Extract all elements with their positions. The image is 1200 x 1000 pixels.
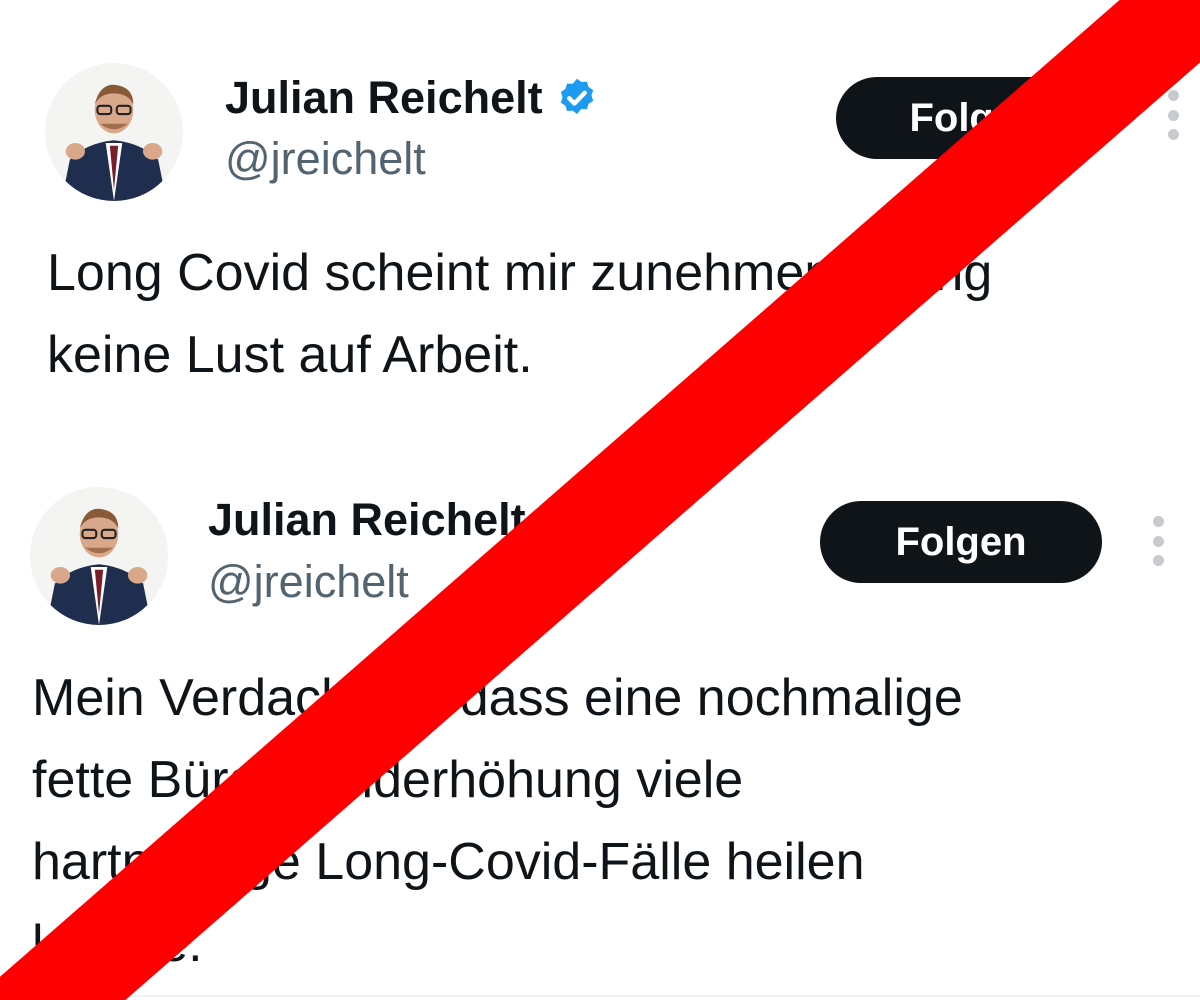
avatar[interactable] <box>45 63 183 201</box>
follow-button[interactable]: Folgen <box>836 77 1114 159</box>
tweet-text: Mein Verdacht ist, dass eine nochmalige … <box>32 669 963 973</box>
author-name-text: Julian Reichelt <box>225 72 543 123</box>
author-handle[interactable]: @jreichelt <box>208 556 409 608</box>
avatar-photo <box>30 487 168 625</box>
more-options-icon[interactable] <box>1163 90 1183 140</box>
author-handle[interactable]: @jreichelt <box>225 133 426 185</box>
tweet-text: Long Covid scheint mir zunehmend Long ke… <box>47 244 993 384</box>
author-display-name[interactable]: Julian Reichelt <box>208 494 582 546</box>
more-options-icon[interactable] <box>1148 516 1168 566</box>
verified-badge-icon <box>555 76 599 120</box>
avatar-photo <box>45 63 183 201</box>
tweet-card: Julian Reichelt @jreichelt Folgen Long C… <box>0 0 1200 420</box>
author-name-text: Julian Reichelt <box>208 494 526 545</box>
author-display-name[interactable]: Julian Reichelt <box>225 72 599 124</box>
avatar[interactable] <box>30 487 168 625</box>
follow-button[interactable]: Folgen <box>820 501 1102 583</box>
verified-badge-icon <box>538 498 582 542</box>
tweet-card: Julian Reichelt @jreichelt Folgen Mein V… <box>0 430 1200 1000</box>
divider <box>40 995 1200 997</box>
